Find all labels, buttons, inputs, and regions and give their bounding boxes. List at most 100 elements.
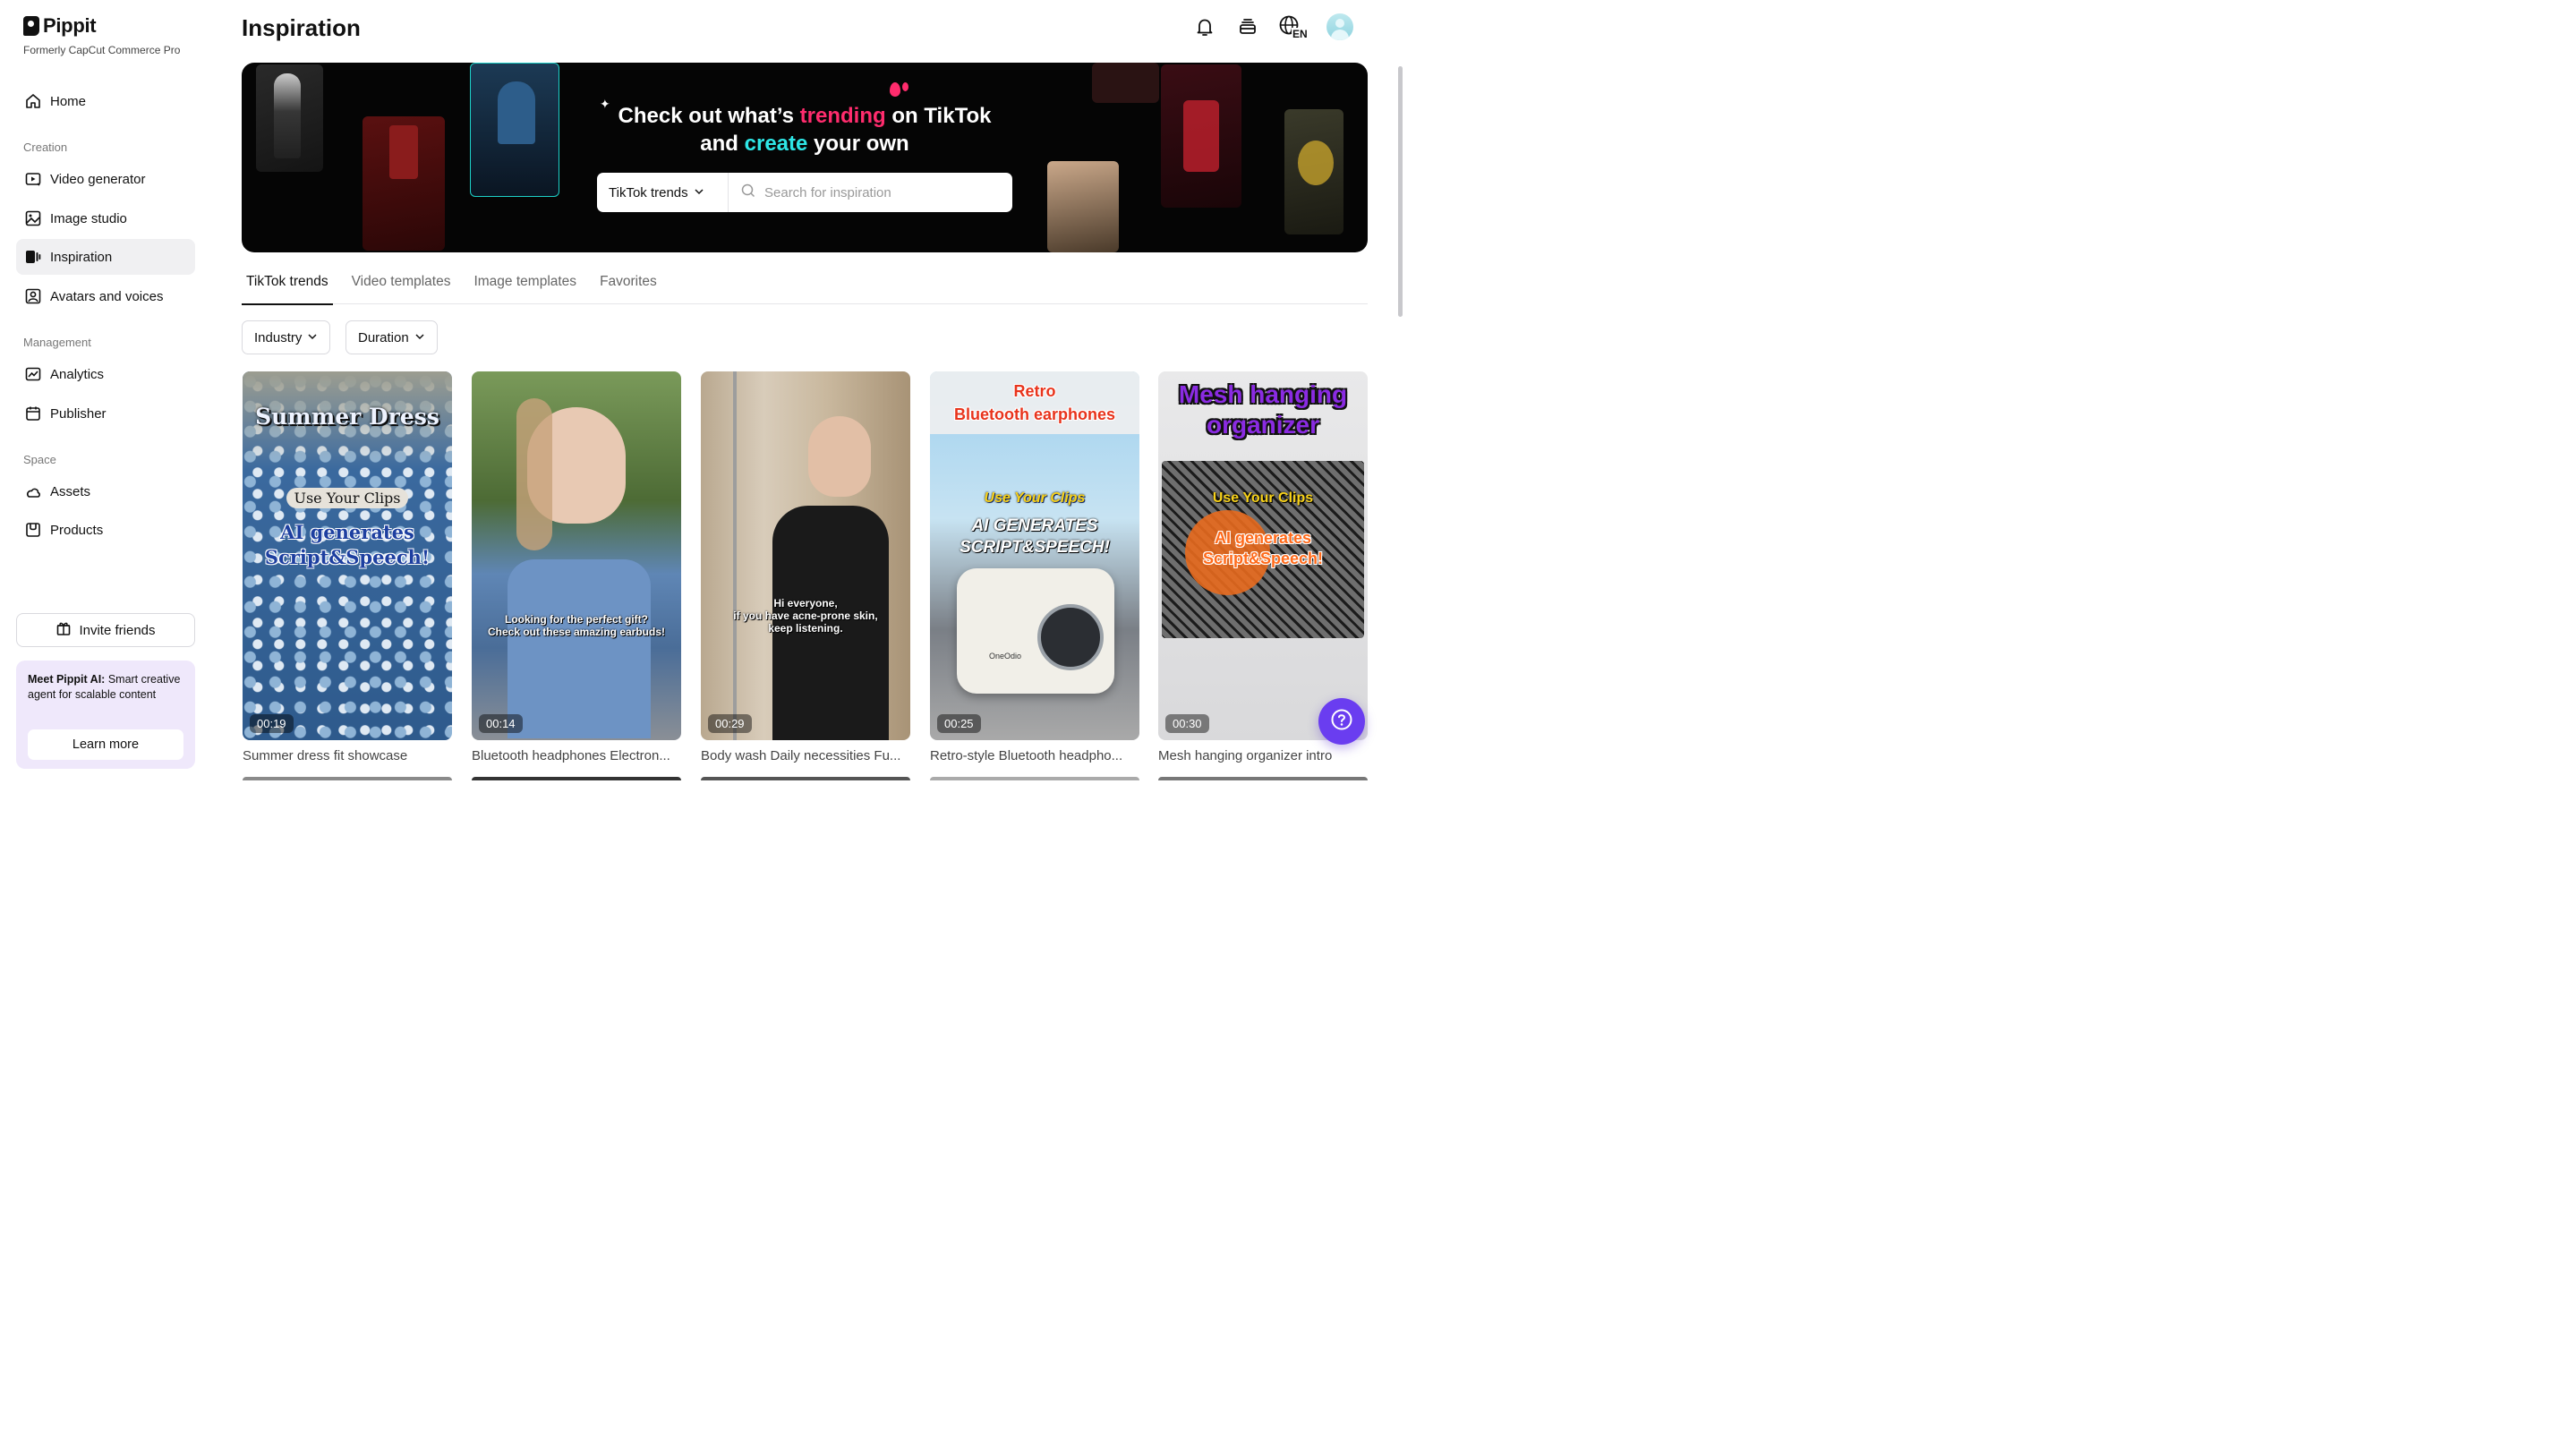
sidebar-item-label: Image studio [50,210,127,226]
product-brand-label: OneOdio [989,652,1022,661]
app-name: Pippit [43,14,97,37]
layers-icon[interactable] [1235,13,1260,41]
avatar[interactable] [1326,13,1353,40]
learn-more-button[interactable]: Learn more [28,729,183,760]
overlay-title: Mesh hanging [1178,380,1348,408]
sidebar-item-label: Assets [50,483,91,499]
avatar-voice-icon [25,288,41,304]
help-button[interactable] [1318,698,1365,745]
calendar-icon [25,405,41,422]
card-title[interactable]: Body wash Daily necessities Fu... [701,748,910,763]
template-thumbnail[interactable]: Hi everyone, if you have acne-prone skin… [701,371,910,740]
sidebar-item-video-generator[interactable]: Video generator [16,161,195,197]
sidebar-item-products[interactable]: Products [16,512,195,548]
overlay-line: Check out these amazing earbuds! [487,626,666,638]
overlay-line: AI GENERATES [971,516,1098,535]
promo-bold: Meet Pippit AI: [28,673,106,686]
flame-icon-small [902,82,908,91]
section-label-space: Space [23,453,56,466]
highlight-create: create [744,132,808,156]
next-row-card [1158,777,1368,780]
overlay-badge: Use Your Clips [286,488,408,508]
overlay-title: Summer Dress [255,404,439,430]
highlight-trending: trending [799,104,886,128]
page-title: Inspiration [242,14,361,41]
card-title[interactable]: Mesh hanging organizer intro [1158,748,1368,763]
template-card[interactable]: Looking for the perfect gift? Check out … [472,371,681,763]
banner-headline-line1: Check out what’s trending on TikTok [618,104,992,128]
card-title[interactable]: Bluetooth headphones Electron... [472,748,681,763]
industry-filter[interactable]: Industry [242,320,331,354]
template-thumbnail[interactable]: Looking for the perfect gift? Check out … [472,371,681,740]
overlay-title: organizer [1206,411,1320,439]
overlay-title: Retro [1013,382,1056,400]
next-row-card [701,777,910,780]
sidebar-item-assets[interactable]: Assets [16,473,195,509]
template-card[interactable]: Retro Bluetooth earphones Use Your Clips… [930,371,1139,763]
search-icon [740,183,756,203]
card-title[interactable]: Summer dress fit showcase [243,748,452,763]
invite-friends-button[interactable]: Invite friends [16,613,195,647]
bell-icon[interactable] [1192,13,1217,41]
overlay-line: Script&Speech! [1202,550,1324,567]
duration-badge: 00:29 [708,714,752,733]
pippit-logo-icon [23,16,39,36]
tab-image-templates[interactable]: Image templates [469,267,581,304]
sidebar-item-label: Publisher [50,405,107,422]
template-thumbnail[interactable]: Mesh hanging organizer Use Your Clips AI… [1158,371,1368,740]
template-thumbnail[interactable]: Retro Bluetooth earphones Use Your Clips… [930,371,1139,740]
tab-tiktok-trends[interactable]: TikTok trends [242,267,333,305]
scrollbar-thumb[interactable] [1398,66,1403,317]
sidebar-item-publisher[interactable]: Publisher [16,396,195,431]
promo-text: Meet Pippit AI: Smart creative agent for… [28,672,183,703]
banner-headline-line2: and create your own [700,132,909,156]
content-tabs: TikTok trends Video templates Image temp… [242,267,1368,305]
overlay-line: AI generates [1214,529,1312,547]
banner-thumbnail [1092,63,1159,103]
overlay-line: if you have acne-prone skin, [733,609,878,622]
sidebar-item-label: Home [50,93,87,109]
globe-language-icon[interactable]: EN [1278,13,1309,41]
next-row-card [472,777,681,780]
template-thumbnail[interactable]: Summer Dress Use Your Clips AI generates… [243,371,452,740]
flame-icon [890,82,900,97]
duration-filter-label: Duration [358,329,409,345]
sidebar-item-label: Products [50,522,104,538]
invite-friends-label: Invite friends [79,622,156,638]
sidebar-item-home[interactable]: Home [16,83,195,119]
duration-badge: 00:30 [1165,714,1209,733]
overlay-badge: Use Your Clips [1212,490,1314,506]
search-input[interactable] [764,184,988,200]
inspiration-icon [25,249,41,265]
sidebar-item-label: Inspiration [50,249,113,265]
sidebar-item-label: Avatars and voices [50,288,164,304]
overlay-line: AI generates [280,521,414,543]
overlay-title: Bluetooth earphones [953,405,1115,423]
duration-filter[interactable]: Duration [345,320,438,354]
tab-video-templates[interactable]: Video templates [347,267,456,304]
search-bar: TikTok trends [597,173,1012,212]
sidebar-item-image-studio[interactable]: Image studio [16,200,195,236]
template-card[interactable]: Summer Dress Use Your Clips AI generates… [243,371,452,763]
cloud-icon [25,483,41,499]
overlay-badge: Use Your Clips [984,490,1086,506]
help-icon [1330,708,1353,736]
banner-headline: Check out what’s trending on TikTok and … [242,102,1368,158]
search-source-value: TikTok trends [609,184,688,200]
chevron-down-icon [307,330,318,345]
inspiration-banner: ✦ Check out what’s trending on TikTok an… [242,63,1368,252]
header-actions: EN [1192,13,1353,41]
page-scrollbar[interactable] [1396,54,1403,322]
next-row-card [930,777,1139,780]
card-title[interactable]: Retro-style Bluetooth headpho... [930,748,1139,763]
sidebar-item-avatars-and-voices[interactable]: Avatars and voices [16,278,195,314]
template-card[interactable]: Hi everyone, if you have acne-prone skin… [701,371,910,763]
sidebar-item-inspiration[interactable]: Inspiration [16,239,195,275]
sidebar-item-label: Analytics [50,366,105,382]
pippit-logo[interactable]: Pippit [23,14,97,38]
video-generator-icon [25,171,41,187]
sidebar-item-analytics[interactable]: Analytics [16,356,195,392]
overlay-line: Looking for the perfect gift? [505,613,648,626]
search-source-dropdown[interactable]: TikTok trends [597,173,729,212]
tab-favorites[interactable]: Favorites [595,267,661,304]
